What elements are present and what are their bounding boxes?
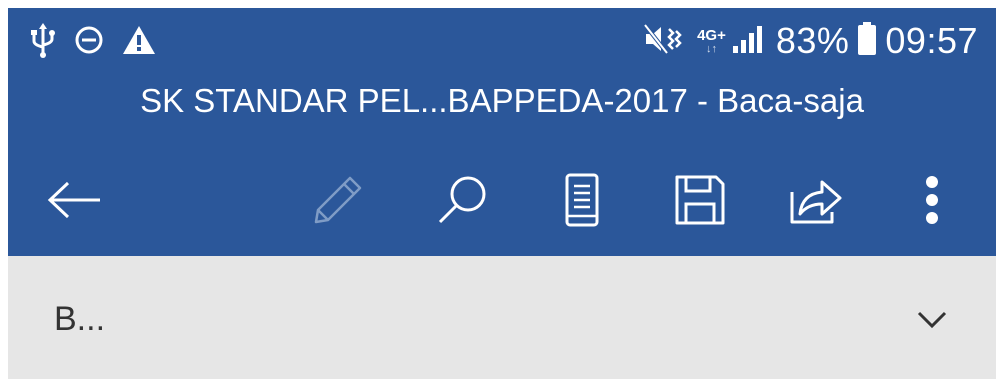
share-icon	[790, 180, 842, 224]
status-left-icons	[30, 22, 156, 62]
data-activity-icon: ↓↑	[705, 42, 717, 55]
mobile-view-icon	[565, 173, 599, 227]
expand-button[interactable]	[910, 298, 954, 342]
chevron-down-icon	[917, 311, 947, 329]
app-header: 4G+ ↓↑ 83% 09:57 SK STANDAR PEL...BAPPED…	[8, 8, 996, 256]
back-button[interactable]	[42, 168, 106, 232]
warning-icon	[122, 25, 156, 60]
heading-navigation-bar[interactable]: B...	[8, 256, 996, 379]
word-app: 4G+ ↓↑ 83% 09:57 SK STANDAR PEL...BAPPED…	[8, 8, 996, 379]
more-options-icon	[926, 176, 938, 224]
network-type: 4G+ ↓↑	[697, 28, 726, 55]
search-icon	[438, 176, 486, 224]
network-type-label: 4G+	[697, 26, 726, 44]
status-right-icons: 4G+ ↓↑ 83% 09:57	[643, 18, 978, 64]
share-button[interactable]	[784, 168, 848, 232]
do-not-disturb-icon	[74, 25, 104, 60]
edit-button[interactable]	[306, 168, 370, 232]
mobile-view-button[interactable]	[550, 168, 614, 232]
edit-pencil-icon	[314, 176, 362, 224]
battery-icon	[857, 21, 877, 61]
more-options-button[interactable]	[900, 168, 964, 232]
save-icon	[675, 175, 725, 225]
heading-label: B...	[54, 300, 106, 338]
usb-icon	[30, 21, 56, 64]
status-bar: 4G+ ↓↑ 83% 09:57	[8, 8, 996, 76]
save-button[interactable]	[668, 168, 732, 232]
signal-strength-icon	[732, 24, 766, 59]
clock: 09:57	[885, 20, 978, 61]
document-title[interactable]: SK STANDAR PEL...BAPPEDA-2017 - Baca-saj…	[8, 82, 996, 120]
back-arrow-icon	[47, 181, 100, 219]
toolbar	[8, 158, 996, 238]
mute-vibrate-icon	[643, 23, 683, 60]
screen-frame: 4G+ ↓↑ 83% 09:57 SK STANDAR PEL...BAPPED…	[0, 0, 996, 379]
search-button[interactable]	[430, 168, 494, 232]
battery-percent: 83%	[775, 20, 850, 61]
